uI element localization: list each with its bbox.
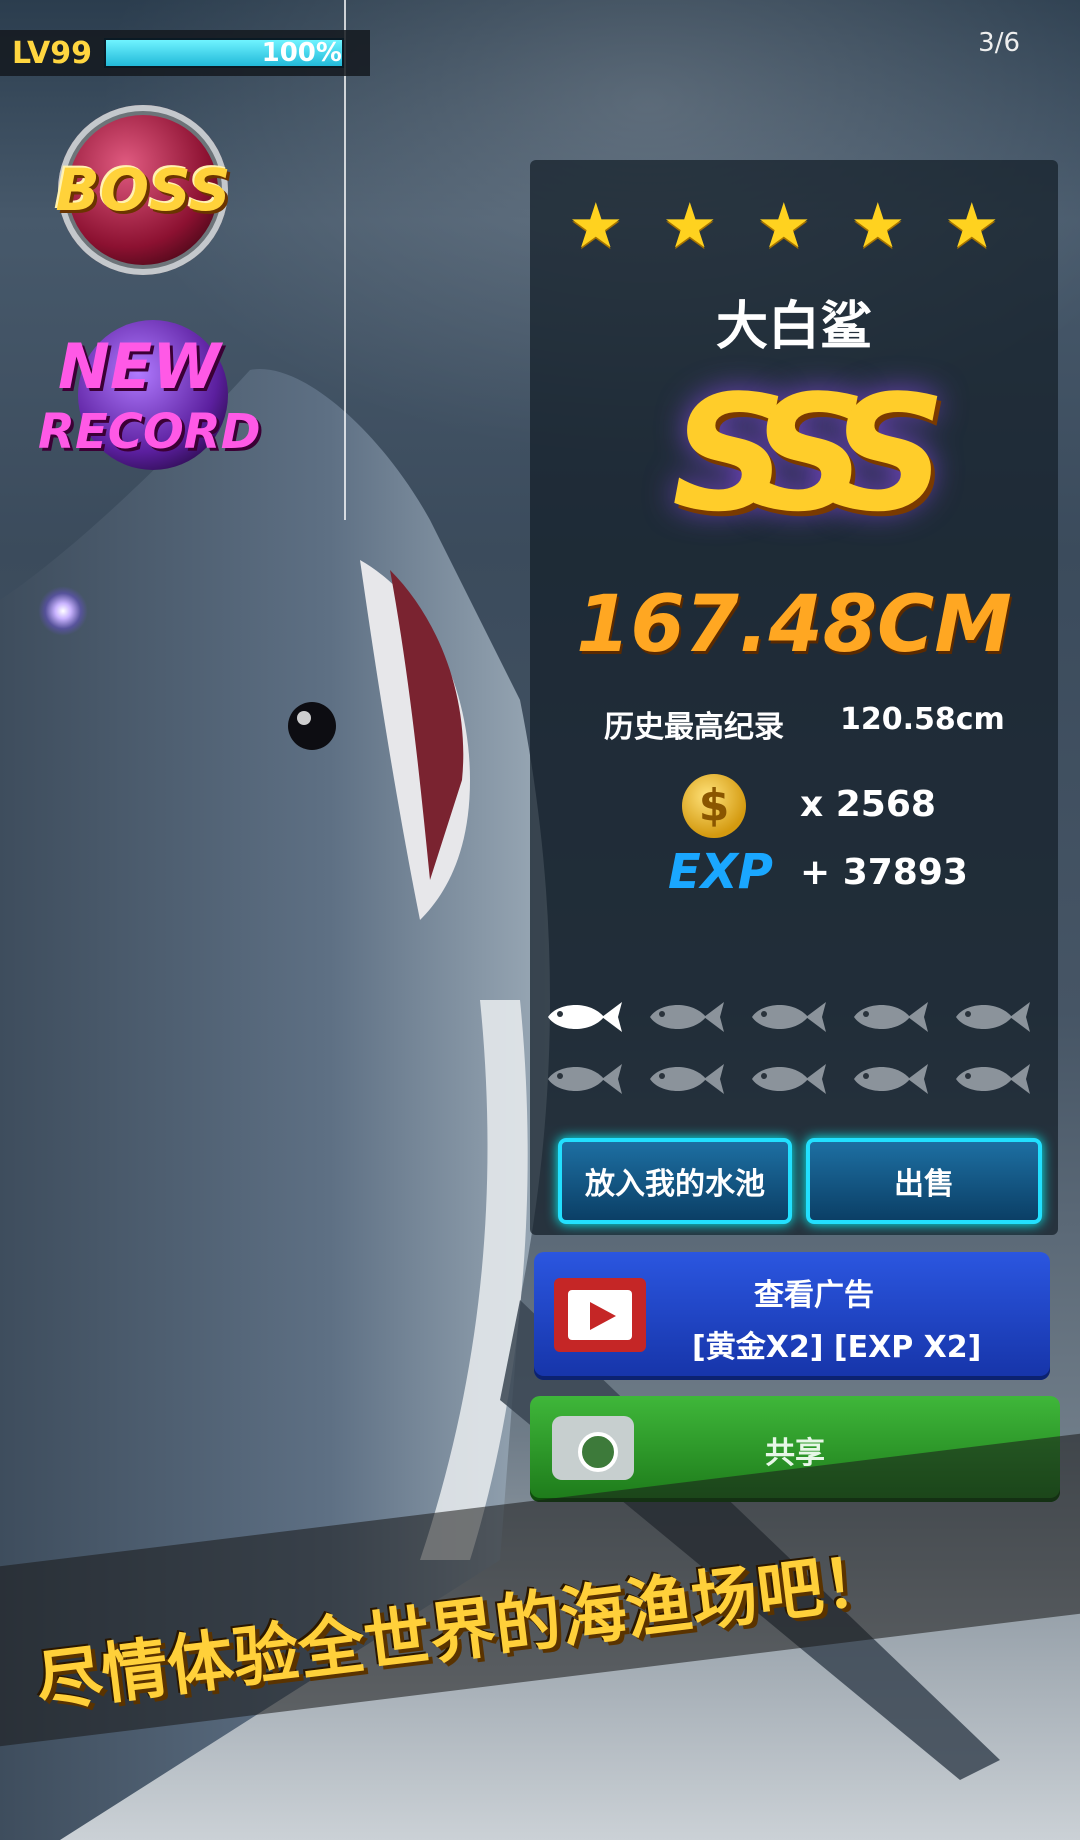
- level-hud: LV99 100%: [0, 30, 370, 76]
- fish-row: [542, 1058, 1052, 1100]
- star-icon: ★: [568, 189, 624, 262]
- record-label: RECORD: [38, 404, 261, 460]
- fishing-line: [344, 0, 346, 520]
- video-icon: [554, 1278, 646, 1352]
- fish-name: 大白鲨: [715, 297, 872, 357]
- fish-collection-progress: [542, 996, 1052, 1120]
- fish-empty-icon: [848, 1058, 930, 1100]
- fish-empty-icon: [644, 1058, 726, 1100]
- exp-label: EXP: [668, 844, 773, 900]
- star-icon: ★: [944, 189, 1000, 262]
- put-in-pool-button[interactable]: 放入我的水池: [558, 1138, 792, 1224]
- best-record-value: 120.58cm: [840, 702, 1005, 737]
- rank-grade: SSS: [671, 360, 946, 547]
- fish-empty-icon: [950, 1058, 1032, 1100]
- coin-icon: $: [682, 774, 746, 838]
- new-label: NEW: [58, 330, 221, 403]
- star-icon: ★: [756, 189, 812, 262]
- fish-empty-icon: [746, 1058, 828, 1100]
- star-rating: ★ ★ ★ ★ ★: [568, 189, 1004, 262]
- watch-ad-button[interactable]: 查看广告 [黄金X2] [EXP X2]: [534, 1252, 1050, 1380]
- sparkle-effect: [38, 586, 88, 636]
- catch-result-panel: ★ ★ ★ ★ ★ 大白鲨 SSS 167.48CM 历史最高纪录 120.58cm $…: [530, 160, 1058, 1235]
- new-record-badge: NEW RECORD: [38, 320, 261, 480]
- play-icon: [590, 1302, 616, 1330]
- boss-label: BOSS: [55, 156, 231, 224]
- fish-empty-icon: [644, 996, 726, 1038]
- level-label: LV99: [12, 35, 92, 71]
- exp-reward: + 37893: [800, 852, 968, 893]
- xp-percent: 100%: [261, 38, 342, 68]
- fish-empty-icon: [542, 1058, 624, 1100]
- fish-row: [542, 996, 1052, 1038]
- boss-badge: BOSS: [55, 105, 231, 275]
- best-record-label: 历史最高纪录: [604, 710, 784, 745]
- fish-size: 167.48CM: [576, 580, 1012, 670]
- xp-bar: 100%: [103, 38, 344, 68]
- ad-bonus-label: [黄金X2] [EXP X2]: [692, 1330, 982, 1365]
- star-icon: ★: [662, 189, 718, 262]
- screenshot-pager: 3/6: [978, 28, 1020, 58]
- fish-empty-icon: [746, 996, 828, 1038]
- fish-empty-icon: [848, 996, 930, 1038]
- star-icon: ★: [850, 189, 906, 262]
- fish-caught-icon: [542, 996, 624, 1038]
- watch-ad-label: 查看广告: [754, 1278, 874, 1313]
- sell-button[interactable]: 出售: [806, 1138, 1042, 1224]
- fish-empty-icon: [950, 996, 1032, 1038]
- coin-reward: x 2568: [800, 784, 936, 825]
